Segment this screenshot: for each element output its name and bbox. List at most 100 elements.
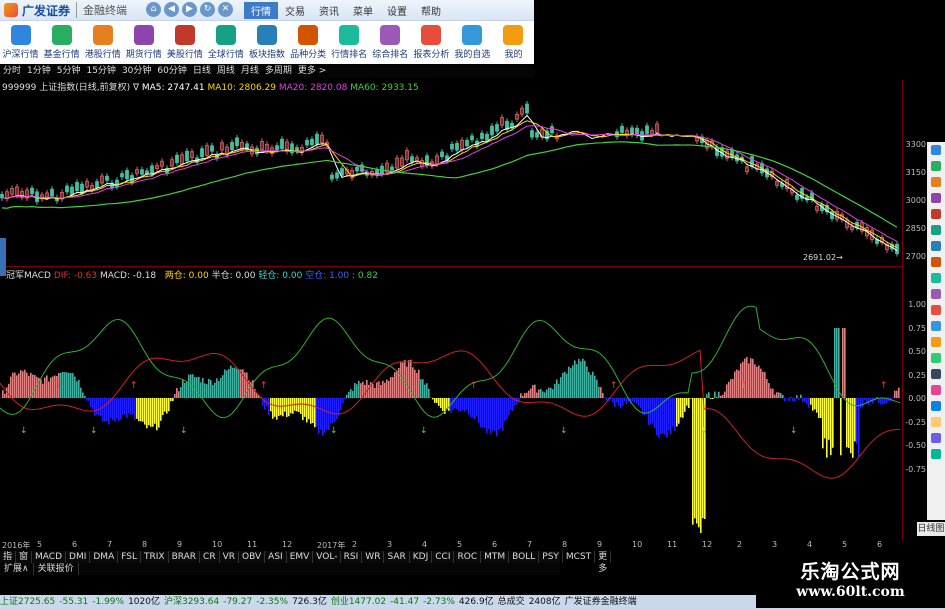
sidebar-tool-icon[interactable] bbox=[931, 401, 941, 411]
indicator-tab[interactable]: BRAR bbox=[169, 551, 201, 563]
sidebar-tool-icon[interactable] bbox=[931, 177, 941, 187]
indicator-tab[interactable]: DMA bbox=[90, 551, 119, 563]
home-icon[interactable]: ⌂ bbox=[146, 2, 161, 17]
indicator-tab[interactable]: DMI bbox=[66, 551, 91, 563]
sidebar-tool-icon[interactable] bbox=[931, 145, 941, 155]
period-item[interactable]: 分时 bbox=[0, 65, 24, 78]
indicator-tab[interactable]: MTM bbox=[481, 551, 510, 563]
sidebar-tool-icon[interactable] bbox=[931, 353, 941, 363]
refresh-icon[interactable]: ↻ bbox=[200, 2, 215, 17]
toolbar-button[interactable]: 美股行情 bbox=[164, 22, 205, 64]
left-panel-handle[interactable] bbox=[0, 238, 6, 276]
indicator-tab[interactable]: MACD bbox=[32, 551, 67, 563]
macd-chart[interactable]: ↓ ↑ ↓ ↑ ↓ ↑ ↓ ↑ ↓ ↑ ↓ ↑ ↓ ↑ ↓ ↑ bbox=[0, 267, 902, 540]
toolbar-button[interactable]: 品种分类 bbox=[288, 22, 329, 64]
macd-histogram-bar bbox=[92, 398, 94, 410]
indicator-tab[interactable]: MCST bbox=[563, 551, 596, 563]
macd-histogram-bar bbox=[96, 398, 98, 415]
toolbar-button[interactable]: 港股行情 bbox=[82, 22, 123, 64]
sidebar-tool-icon[interactable] bbox=[931, 161, 941, 171]
macd-histogram-bar bbox=[166, 398, 168, 414]
menu-trade[interactable]: 交易 bbox=[278, 2, 312, 19]
indicator-tab[interactable]: OBV bbox=[239, 551, 266, 563]
indicator-tab[interactable]: KDJ bbox=[410, 551, 433, 563]
kline-candle bbox=[210, 145, 214, 152]
kline-candle bbox=[895, 243, 899, 255]
sidebar-tool-icon[interactable] bbox=[931, 209, 941, 219]
toolbar-button[interactable]: 全球行情 bbox=[205, 22, 246, 64]
indicator-tab[interactable]: WR bbox=[362, 551, 385, 563]
ma10-line bbox=[1, 120, 898, 249]
period-item[interactable]: 月线 bbox=[238, 65, 262, 78]
indicator-tab[interactable]: VR bbox=[220, 551, 240, 563]
period-item[interactable]: 1分钟 bbox=[24, 65, 54, 78]
indicator-tab[interactable]: 窗口 bbox=[16, 551, 33, 574]
side-tab-daily[interactable]: 日线图 bbox=[917, 522, 945, 536]
sidebar-tool-icon[interactable] bbox=[931, 449, 941, 459]
toolbar-button[interactable]: 我的自选 bbox=[452, 22, 493, 64]
period-item[interactable]: 多周期 bbox=[262, 65, 295, 78]
extension-tab[interactable]: 关联报价 bbox=[34, 563, 79, 575]
indicator-tab[interactable]: ROC bbox=[454, 551, 482, 563]
indicator-tab[interactable]: ASI bbox=[265, 551, 287, 563]
toolbar-button[interactable]: 行情排名 bbox=[329, 22, 370, 64]
sidebar-tool-icon[interactable] bbox=[931, 337, 941, 347]
extension-tab[interactable]: 扩展∧ bbox=[0, 563, 34, 575]
period-item[interactable]: 周线 bbox=[214, 65, 238, 78]
indicator-tab[interactable]: FSL bbox=[118, 551, 141, 563]
period-item[interactable]: 15分钟 bbox=[83, 65, 118, 78]
sidebar-tool-icon[interactable] bbox=[931, 321, 941, 331]
kline-candle bbox=[120, 173, 124, 178]
back-icon[interactable]: ◀ bbox=[164, 2, 179, 17]
toolbar-button[interactable]: 我的 bbox=[493, 22, 534, 64]
period-item[interactable]: 30分钟 bbox=[119, 65, 154, 78]
indicator-tab[interactable]: BOLL bbox=[509, 551, 540, 563]
y-tick-label: 3300 bbox=[905, 140, 926, 149]
indicator-tab[interactable]: 更多 bbox=[595, 551, 612, 574]
close-icon[interactable]: ✕ bbox=[218, 2, 233, 17]
menu-news[interactable]: 资讯 bbox=[312, 2, 346, 19]
sidebar-tool-icon[interactable] bbox=[931, 369, 941, 379]
sidebar-tool-icon[interactable] bbox=[931, 385, 941, 395]
sidebar-tool-icon[interactable] bbox=[931, 273, 941, 283]
period-item[interactable]: 日线 bbox=[190, 65, 214, 78]
sidebar-tool-icon[interactable] bbox=[931, 433, 941, 443]
indicator-tab[interactable]: TRIX bbox=[141, 551, 169, 563]
menu-menu[interactable]: 菜单 bbox=[346, 2, 380, 19]
sidebar-tool-icon[interactable] bbox=[931, 289, 941, 299]
period-item[interactable]: 更多 > bbox=[295, 65, 329, 78]
forward-icon[interactable]: ▶ bbox=[182, 2, 197, 17]
indicator-tab[interactable]: PSY bbox=[539, 551, 563, 563]
sidebar-tool-icon[interactable] bbox=[931, 193, 941, 203]
indicator-tab[interactable]: EMV bbox=[287, 551, 314, 563]
kline-chart[interactable]: 2691.02→ bbox=[0, 80, 902, 266]
macd-histogram-bar bbox=[388, 380, 390, 398]
toolbar-button[interactable]: 板块指数 bbox=[246, 22, 287, 64]
menu-settings[interactable]: 设置 bbox=[380, 2, 414, 19]
toolbar-button[interactable]: 综合排名 bbox=[370, 22, 411, 64]
macd-histogram-bar bbox=[640, 398, 642, 409]
indicator-tab[interactable]: SAR bbox=[384, 551, 410, 563]
toolbar-button[interactable]: 期货行情 bbox=[123, 22, 164, 64]
sidebar-tool-icon[interactable] bbox=[931, 225, 941, 235]
sidebar-tool-icon[interactable] bbox=[931, 305, 941, 315]
menu-help[interactable]: 帮助 bbox=[414, 2, 448, 19]
toolbar-button[interactable]: 沪深行情 bbox=[0, 22, 41, 64]
menu-market[interactable]: 行情 bbox=[244, 2, 278, 19]
indicator-tab[interactable]: 指标 bbox=[0, 551, 17, 574]
indicator-tab[interactable]: VOL-TDX bbox=[313, 551, 341, 574]
macd-histogram-bar bbox=[734, 371, 736, 398]
x-tick-label: 3 bbox=[387, 540, 393, 549]
indicator-tab[interactable]: RSI bbox=[341, 551, 363, 563]
indicator-tab[interactable]: CR bbox=[200, 551, 220, 563]
period-item[interactable]: 60分钟 bbox=[154, 65, 189, 78]
sidebar-tool-icon[interactable] bbox=[931, 257, 941, 267]
period-item[interactable]: 5分钟 bbox=[54, 65, 84, 78]
toolbar-button[interactable]: 报表分析 bbox=[411, 22, 452, 64]
macd-histogram-bar bbox=[466, 398, 468, 410]
sidebar-tool-icon[interactable] bbox=[931, 417, 941, 427]
indicator-tab[interactable]: CCI bbox=[432, 551, 455, 563]
macd-histogram-bar bbox=[66, 372, 68, 398]
toolbar-button[interactable]: 基金行情 bbox=[41, 22, 82, 64]
sidebar-tool-icon[interactable] bbox=[931, 241, 941, 251]
